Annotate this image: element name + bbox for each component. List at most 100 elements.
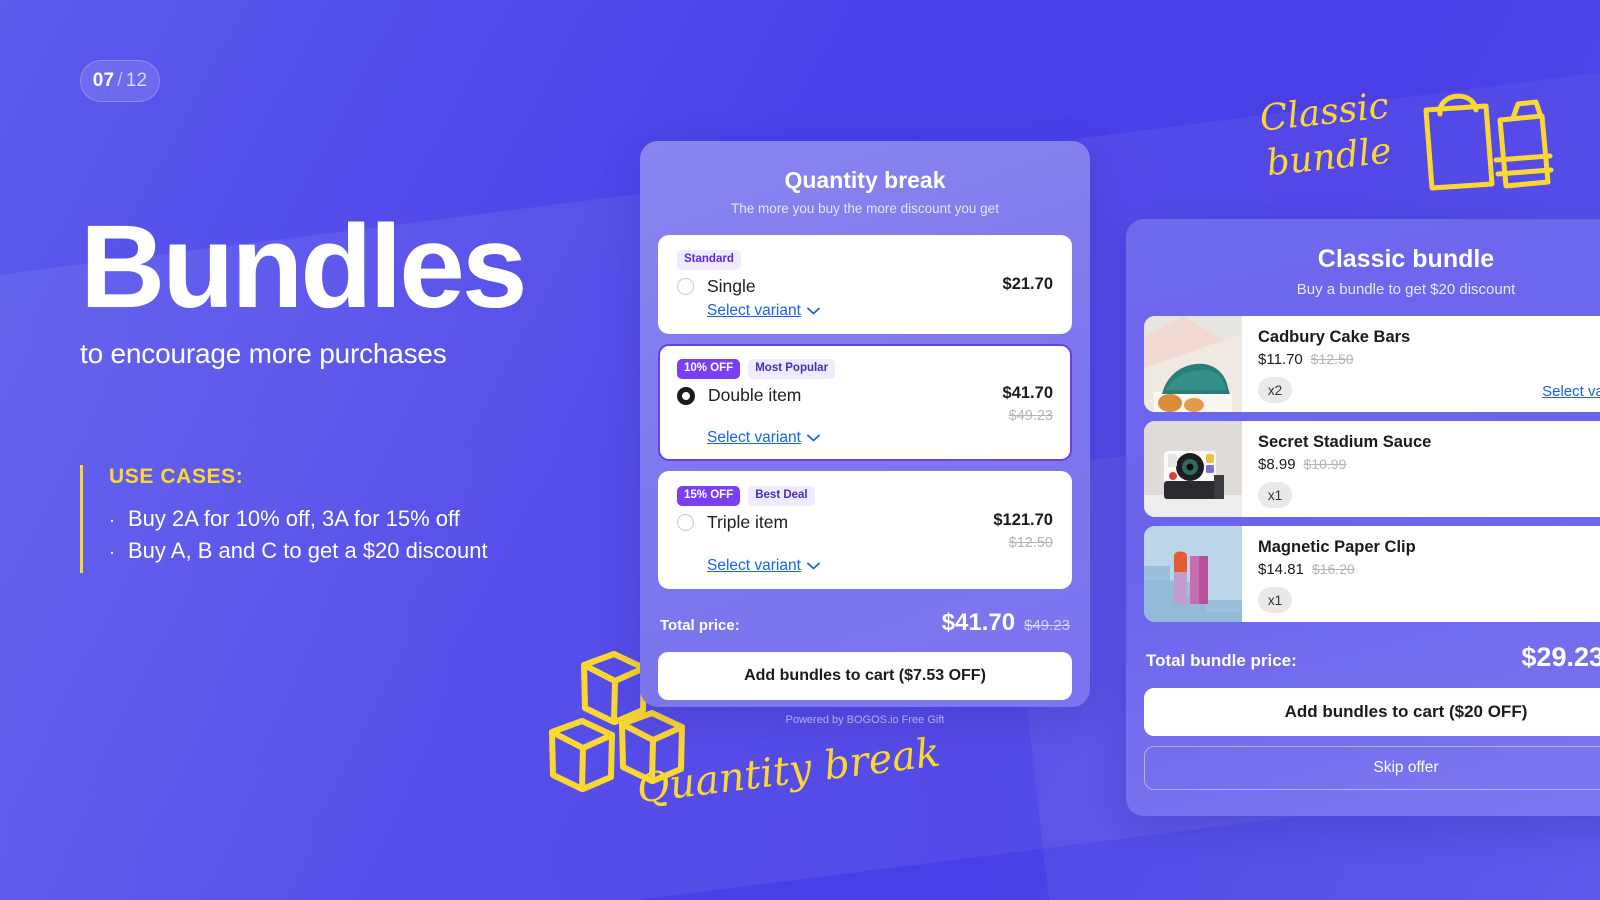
classic-bundle-widget: Classic bundle Buy a bundle to get $20 d…: [1126, 219, 1600, 816]
use-case-text: Buy 2A for 10% off, 3A for 15% off: [128, 506, 460, 531]
product-price: $8.99: [1258, 456, 1296, 473]
product-image-green-shoe: [1144, 316, 1242, 412]
radio-single[interactable]: [677, 277, 694, 295]
radio-double[interactable]: [677, 386, 695, 405]
option-main-row: Double item $41.70 $49.23: [677, 382, 1053, 428]
select-variant-cadbury-cake-bars[interactable]: Select variant: [1542, 383, 1600, 400]
badge-standard: Standard: [677, 250, 741, 270]
option-price: $21.70: [1002, 274, 1053, 293]
option-label: Single: [707, 275, 756, 296]
product-info: Cadbury Cake Bars $11.70 $12.50 x2: [1258, 328, 1542, 412]
option-main-row: Single $21.70: [677, 273, 1053, 300]
select-variant-label: Select variant: [707, 301, 801, 319]
select-variant-single[interactable]: Select variant: [707, 302, 820, 320]
slide-counter-current: 07: [92, 70, 115, 91]
quantity-break-total-row: Total price: $41.70 $49.23: [658, 609, 1072, 637]
badge-most-popular: Most Popular: [748, 358, 836, 379]
bullet-icon: ·: [109, 510, 115, 530]
product-price-row: $8.99 $10.99: [1258, 456, 1600, 473]
product-body: Cadbury Cake Bars $11.70 $12.50 x2 Selec…: [1242, 316, 1600, 412]
total-bundle-price-value: $29.23: [1521, 642, 1600, 672]
option-prices: $41.70 $49.23: [1003, 382, 1053, 428]
product-info: Secret Stadium Sauce $8.99 $10.99 x1: [1258, 433, 1600, 517]
quantity-option-triple[interactable]: 15% OFF Best Deal Triple item $121.70 $1…: [658, 471, 1072, 589]
product-name: Cadbury Cake Bars: [1258, 328, 1411, 346]
badge-group: 15% OFF Best Deal: [677, 486, 1053, 507]
use-case-item: · Buy 2A for 10% off, 3A for 15% off: [109, 503, 488, 535]
quantity-break-title: Quantity break: [784, 167, 946, 193]
list-item[interactable]: Cadbury Cake Bars $11.70 $12.50 x2 Selec…: [1144, 316, 1600, 412]
chevron-down-icon: [807, 429, 820, 447]
chevron-down-icon: [807, 302, 820, 320]
classic-bundle-subtitle: Buy a bundle to get $20 discount: [1296, 281, 1516, 298]
add-bundles-to-cart-button[interactable]: Add bundles to cart ($7.53 OFF): [658, 651, 1072, 700]
product-old-price: $16.20: [1311, 561, 1355, 577]
slide-counter-badge: 07 / 12: [80, 60, 160, 102]
quantity-option-double[interactable]: 10% OFF Most Popular Double item $41.70 …: [658, 343, 1072, 462]
select-variant-triple[interactable]: Select variant: [707, 557, 820, 575]
product-image-lipstick: [1144, 526, 1242, 622]
option-price: $41.70: [1002, 383, 1053, 402]
classic-bundle-product-list: Cadbury Cake Bars $11.70 $12.50 x2 Selec…: [1144, 316, 1600, 622]
product-old-price: $12.50: [1310, 351, 1354, 367]
total-price-values: $41.70 $49.23: [942, 609, 1070, 637]
chevron-down-icon: [807, 557, 820, 575]
badge-discount: 15% OFF: [677, 486, 741, 507]
quantity-break-widget: Quantity break The more you buy the more…: [640, 141, 1090, 726]
add-bundles-to-cart-button[interactable]: Add bundles to cart ($20 OFF): [1144, 688, 1600, 736]
product-name: Secret Stadium Sauce: [1258, 433, 1432, 451]
select-variant-label: Select variant: [707, 556, 801, 574]
list-item[interactable]: Secret Stadium Sauce $8.99 $10.99 x1: [1144, 421, 1600, 517]
product-price: $14.81: [1258, 561, 1304, 578]
radio-triple[interactable]: [677, 514, 694, 532]
badge-best-deal: Best Deal: [748, 486, 815, 507]
page-subtitle: to encourage more purchases: [80, 338, 447, 369]
badge-group: Standard: [677, 250, 1053, 270]
product-body: Secret Stadium Sauce $8.99 $10.99 x1: [1242, 421, 1600, 517]
use-cases-heading: USE CASES:: [109, 465, 244, 488]
product-quantity-badge: x1: [1258, 482, 1292, 508]
badge-group: 10% OFF Most Popular: [677, 358, 1053, 379]
total-bundle-price-values: $29.23 $49.23: [1521, 642, 1600, 673]
total-bundle-price-label: Total bundle price:: [1146, 651, 1297, 670]
classic-bundle-total-row: Total bundle price: $29.23 $49.23: [1144, 642, 1600, 673]
product-quantity-badge: x2: [1258, 377, 1292, 403]
product-old-price: $10.99: [1303, 456, 1347, 472]
use-case-text: Buy A, B and C to get a $20 discount: [128, 538, 488, 564]
classic-bundle-doodle-label: Classic bundle: [1258, 83, 1396, 186]
quantity-break-subtitle: The more you buy the more discount you g…: [731, 201, 999, 216]
product-body: Magnetic Paper Clip $14.81 $16.20 x1: [1242, 526, 1600, 622]
option-prices: $121.70 $12.50: [993, 509, 1053, 555]
powered-by-label: Powered by BOGOS.io Free Gift: [785, 713, 945, 726]
option-label: Double item: [708, 384, 802, 405]
option-prices: $21.70: [1003, 273, 1053, 297]
product-price: $11.70: [1258, 351, 1303, 368]
product-price-row: $11.70 $12.50: [1258, 351, 1542, 368]
use-case-item: · Buy A, B and C to get a $20 discount: [109, 535, 488, 567]
page-title: Bundles: [80, 201, 527, 333]
quantity-option-single[interactable]: Standard Single $21.70 Select variant: [658, 235, 1072, 334]
slide-counter-separator: /: [117, 70, 123, 91]
product-name: Magnetic Paper Clip: [1258, 538, 1416, 556]
product-quantity-badge: x1: [1258, 587, 1292, 613]
select-variant-label: Select variant: [1542, 383, 1600, 400]
option-old-price: $49.23: [1008, 407, 1053, 424]
total-old-price-value: $49.23: [1024, 616, 1070, 634]
total-price-label: Total price:: [660, 616, 740, 634]
option-old-price: $12.50: [1008, 535, 1053, 552]
shopping-bags-doodle-icon: [1418, 88, 1568, 198]
product-image-instant-camera: [1144, 421, 1242, 517]
product-price-row: $14.81 $16.20: [1258, 561, 1600, 578]
skip-offer-button[interactable]: Skip offer: [1144, 746, 1600, 790]
classic-bundle-title: Classic bundle: [1317, 245, 1495, 273]
select-variant-double[interactable]: Select variant: [707, 429, 820, 447]
option-main-row: Triple item $121.70 $12.50: [677, 509, 1053, 555]
slide-counter-total: 12: [125, 70, 148, 91]
badge-discount: 10% OFF: [677, 358, 741, 379]
option-price: $121.70: [993, 511, 1053, 530]
list-item[interactable]: Magnetic Paper Clip $14.81 $16.20 x1: [1144, 526, 1600, 622]
use-cases-block: USE CASES: · Buy 2A for 10% off, 3A for …: [80, 465, 488, 573]
total-price-value: $41.70: [941, 608, 1016, 636]
bullet-icon: ·: [109, 542, 115, 563]
slide-canvas: 07 / 12 Bundles to encourage more purcha…: [0, 0, 1600, 900]
